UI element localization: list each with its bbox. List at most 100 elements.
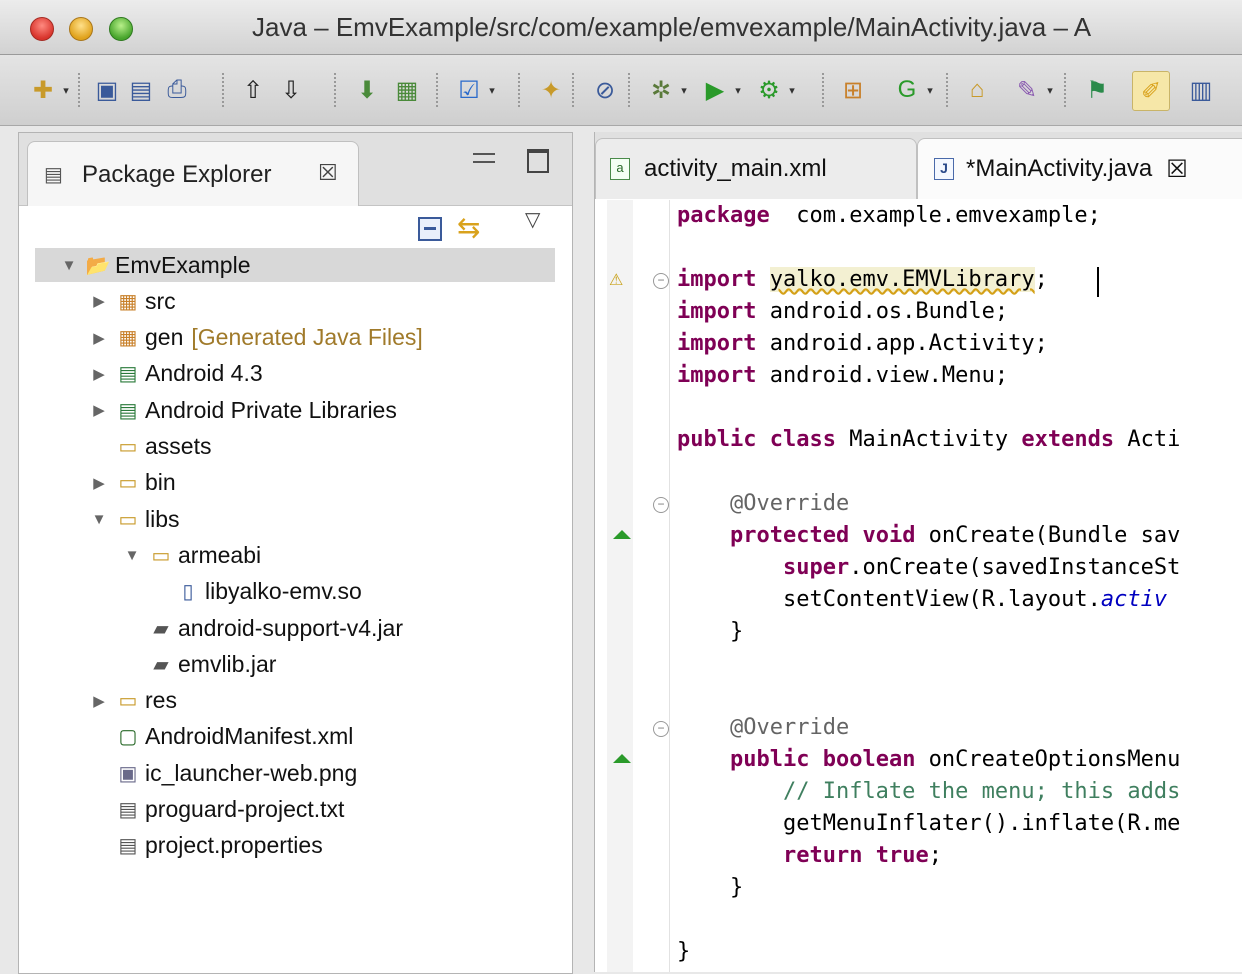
toolbar-separator (436, 73, 438, 107)
minimize-window-button[interactable] (69, 17, 93, 41)
outline-icon[interactable]: ▥ (1186, 75, 1216, 105)
highlight-icon[interactable]: ✐ (1132, 71, 1170, 111)
zoom-window-button[interactable] (109, 17, 133, 41)
editor-panel: a activity_main.xml J *MainActivity.java… (594, 132, 1242, 972)
tab-package-explorer[interactable]: ▤ Package Explorer ☒ (27, 141, 359, 206)
collapse-arrow-icon[interactable]: ▶ (89, 292, 109, 310)
save-all-icon[interactable]: ▤ (126, 75, 156, 105)
collapse-all-icon[interactable] (418, 217, 442, 241)
tree-item[interactable]: ▰ emvlib.jar (122, 647, 276, 681)
dropdown-arrow-icon[interactable]: ▾ (1044, 75, 1056, 105)
code-text: android.app.Activity; (756, 331, 1048, 356)
comment: // Inflate the menu; this adds (782, 779, 1181, 804)
new-class-icon[interactable]: ✦ (536, 75, 566, 105)
save-icon[interactable]: ▣ (92, 75, 122, 105)
dropdown-arrow-icon[interactable]: ▾ (60, 75, 72, 105)
override-indicator-icon[interactable] (613, 530, 631, 539)
keyword: void (862, 523, 916, 548)
expand-arrow-icon[interactable]: ▼ (59, 257, 79, 274)
fold-toggle-icon[interactable]: − (653, 273, 669, 289)
expand-arrow-icon[interactable]: ▼ (89, 511, 109, 528)
checkbox-icon[interactable]: ☑ (454, 75, 484, 105)
highlighted-identifier: yalko.emv.EMVLibrary (769, 267, 1035, 292)
collapse-arrow-icon[interactable]: ▶ (89, 474, 109, 492)
tree-item[interactable]: ▼ ▭ libs (89, 502, 180, 536)
tree-item-decoration: [Generated Java Files] (191, 324, 423, 351)
debug-icon[interactable]: ✲ (646, 75, 676, 105)
warning-icon[interactable]: ⚠ (609, 270, 629, 290)
skip-breakpoints-icon[interactable]: ⊘ (590, 75, 620, 105)
package-explorer-panel: ▤ Package Explorer ☒ ⇆ ▽ ▼ 📂 EmvExample ▶ ▦ s… (18, 132, 573, 974)
close-icon[interactable]: ☒ (1166, 155, 1188, 184)
collapse-arrow-icon[interactable]: ▶ (89, 401, 109, 419)
java-file-icon: J (934, 158, 954, 180)
annotation-icon[interactable]: ⚑ (1082, 75, 1112, 105)
minimize-view-icon[interactable] (473, 153, 495, 163)
code-text: onCreateOptionsMenu (915, 747, 1181, 772)
fold-toggle-icon[interactable]: − (653, 497, 669, 513)
keyword: protected (729, 523, 850, 548)
tree-item[interactable]: ▶ ▤ Android Private Libraries (89, 393, 397, 427)
upload-icon[interactable]: ⇧ (238, 75, 268, 105)
link-with-editor-icon[interactable]: ⇆ (457, 211, 480, 244)
code-text: android.view.Menu; (756, 363, 1009, 388)
toolbar-separator (518, 73, 520, 107)
current-line-highlight (1100, 267, 1242, 299)
library-icon: ▤ (118, 399, 138, 422)
code-text: getMenuInflater().inflate(R.me (677, 811, 1181, 836)
new-package-icon[interactable]: ⊞ (838, 75, 868, 105)
new-icon[interactable]: ✚ (28, 75, 58, 105)
android-sdk-icon[interactable]: ⬇ (352, 75, 382, 105)
dropdown-arrow-icon[interactable]: ▾ (486, 75, 498, 105)
code-line: // Inflate the menu; this adds (677, 776, 1180, 808)
maximize-view-icon[interactable] (527, 149, 549, 173)
fold-toggle-icon[interactable]: − (653, 721, 669, 737)
toolbar-separator (572, 73, 574, 107)
expand-arrow-icon[interactable]: ▼ (122, 547, 142, 564)
code-line: setContentView(R.layout.activ (677, 584, 1167, 616)
tree-item[interactable]: ▼ ▭ armeabi (122, 538, 262, 572)
open-type-icon[interactable]: ⌂ (962, 75, 992, 105)
code-line: @Override (677, 488, 849, 520)
collapse-arrow-icon[interactable]: ▶ (89, 365, 109, 383)
dropdown-arrow-icon[interactable]: ▾ (924, 75, 936, 105)
tree-item[interactable]: ▼ 📂 EmvExample (59, 248, 251, 282)
dropdown-arrow-icon[interactable]: ▾ (786, 75, 798, 105)
dropdown-arrow-icon[interactable]: ▾ (732, 75, 744, 105)
tab-label: activity_main.xml (644, 155, 827, 182)
search-icon[interactable]: ✎ (1012, 75, 1042, 105)
keyword: class (769, 427, 836, 452)
print-icon[interactable]: ⎙ (162, 75, 192, 105)
new-type-icon[interactable]: G (892, 75, 922, 105)
tree-item[interactable]: ▶ ▤ Android 4.3 (89, 357, 262, 391)
collapse-arrow-icon[interactable]: ▶ (89, 329, 109, 347)
folder-icon: ▭ (118, 690, 138, 713)
tab-activity-main-xml[interactable]: a activity_main.xml (595, 138, 917, 199)
android-avd-icon[interactable]: ▦ (392, 75, 422, 105)
tree-item[interactable]: ▤ proguard-project.txt (89, 793, 345, 827)
tree-item[interactable]: ▢ AndroidManifest.xml (89, 720, 354, 754)
keyword: import (677, 363, 757, 388)
code-line: import android.app.Activity; (677, 328, 1048, 360)
view-menu-icon[interactable]: ▽ (525, 207, 540, 232)
tree-item[interactable]: ▣ ic_launcher-web.png (89, 756, 358, 790)
run-icon[interactable]: ▶ (700, 75, 730, 105)
tab-main-activity-java[interactable]: J *MainActivity.java ☒ (917, 138, 1242, 199)
download-icon[interactable]: ⇩ (276, 75, 306, 105)
tree-item[interactable]: ▭ assets (89, 430, 212, 464)
tree-item[interactable]: ▰ android-support-v4.jar (122, 611, 403, 645)
tree-item[interactable]: ▯ libyalko-emv.so (149, 575, 361, 609)
tree-item-label: emvlib.jar (178, 650, 277, 677)
dropdown-arrow-icon[interactable]: ▾ (678, 75, 690, 105)
tree-item[interactable]: ▶ ▦ gen [Generated Java Files] (89, 321, 423, 355)
override-indicator-icon[interactable] (613, 754, 631, 763)
collapse-arrow-icon[interactable]: ▶ (89, 692, 109, 710)
external-tools-icon[interactable]: ⚙ (754, 75, 784, 105)
tree-item[interactable]: ▶ ▭ bin (89, 466, 175, 500)
tree-item[interactable]: ▤ project.properties (89, 829, 323, 863)
close-window-button[interactable] (30, 17, 54, 41)
tree-item[interactable]: ▶ ▦ src (89, 284, 175, 318)
close-icon[interactable]: ☒ (318, 160, 338, 186)
tree-item[interactable]: ▶ ▭ res (89, 684, 177, 718)
